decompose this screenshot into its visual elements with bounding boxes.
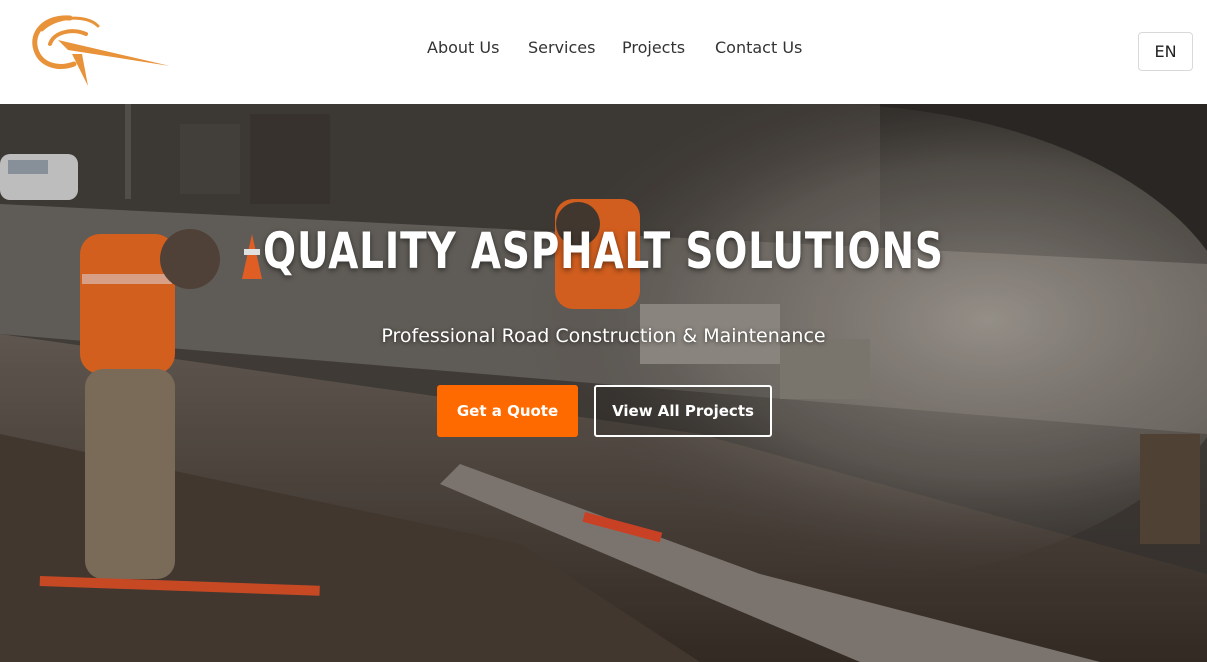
nav-about-us[interactable]: About Us <box>427 38 499 57</box>
main-nav: About Us Services Projects Contact Us <box>0 38 1207 64</box>
site-header: About Us Services Projects Contact Us EN <box>0 0 1207 104</box>
hero-subtitle: Professional Road Construction & Mainten… <box>381 325 826 347</box>
hero-section: QUALITY ASPHALT SOLUTIONS Professional R… <box>0 104 1207 662</box>
language-selector-button[interactable]: EN <box>1138 32 1193 71</box>
nav-services[interactable]: Services <box>528 38 595 57</box>
nav-contact-us[interactable]: Contact Us <box>715 38 802 57</box>
hero-title: QUALITY ASPHALT SOLUTIONS <box>263 222 944 280</box>
get-a-quote-button[interactable]: Get a Quote <box>437 385 578 437</box>
view-all-projects-button[interactable]: View All Projects <box>594 385 772 437</box>
nav-projects[interactable]: Projects <box>622 38 685 57</box>
hero-dark-overlay <box>0 104 1207 662</box>
